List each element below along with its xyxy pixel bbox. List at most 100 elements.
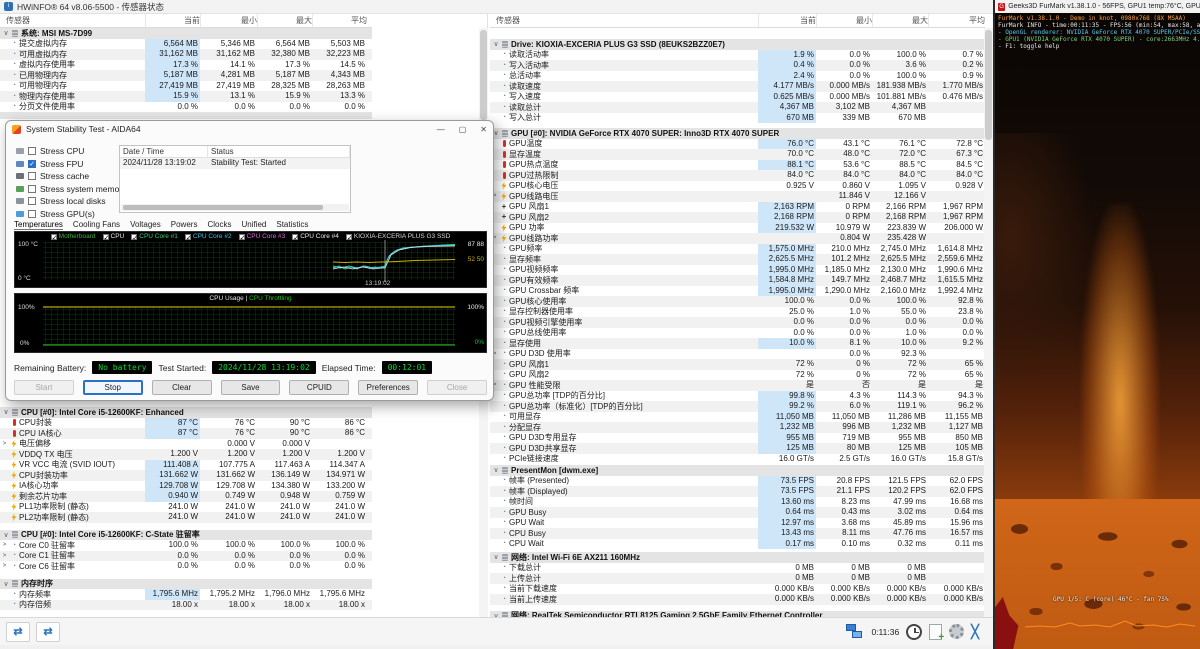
sensor-row[interactable]: ◔ 读取总计 4,367 MB 3,102 MB 4,367 MB [490, 102, 985, 113]
sensor-row[interactable]: ◔ GPU有效频率 1,584.8 MHz 149.7 MHz 2,468.7 MHz 1… [490, 275, 985, 286]
close-x-icon[interactable]: ╳ [971, 624, 979, 640]
test-log-listview[interactable]: Date / Time Status 2024/11/28 13:19:02 S… [119, 145, 351, 213]
sensor-row[interactable]: ◔ 帧时间 13.60 ms 8.23 ms 47.99 ms 16.68 ms [490, 496, 985, 507]
prev-page-button[interactable]: ⇄ [6, 621, 30, 642]
tab-powers[interactable]: Powers [171, 220, 198, 230]
sensor-row[interactable]: > ◔ Core C0 驻留率 100.0 % 100.0 % 100.0 % 100.0 … [0, 540, 372, 551]
sensor-row[interactable]: ◔ 显存使用 10.0 % 8.1 % 10.0 % 9.2 % [490, 338, 985, 349]
sensor-row[interactable]: ◔ GPU D3D专用显存 955 MB 719 MB 955 MB 850 MB [490, 432, 985, 443]
tab-cooling-fans[interactable]: Cooling Fans [73, 220, 120, 230]
sensor-row[interactable]: ◔ 写入速度 0.625 MB/s 0.000 MB/s 101.881 MB/s 0.4… [490, 91, 985, 102]
section-header-drive[interactable]: ∨ Drive: KIOXIA-EXCERIA PLUS G3 SSD (8EUK… [490, 39, 985, 50]
sensor-row[interactable]: > ◔ Core C6 驻留率 0.0 % 0.0 % 0.0 % 0.0 % [0, 561, 372, 572]
stop-button[interactable]: Stop [82, 380, 143, 395]
sensor-row[interactable]: ◔ GPU核心使用率 100.0 % 0.0 % 100.0 % 92.8 % [490, 296, 985, 307]
checkbox[interactable] [28, 172, 36, 181]
sensor-row[interactable]: ◔ 下载总计 0 MB 0 MB 0 MB [490, 563, 985, 574]
expand-chevron-icon[interactable]: > [0, 553, 9, 559]
sensor-row[interactable]: > ◔ GPU D3D 使用率 0.0 % 92.3 % [490, 349, 985, 360]
tab-clocks[interactable]: Clocks [207, 220, 231, 230]
sensor-row[interactable]: VR VCC 电流 (SVID IOUT) 111.408 A 107.775 A 1… [0, 459, 372, 470]
checkbox[interactable] [28, 184, 36, 193]
sensor-row[interactable]: ◔ PCIe链接速度 16.0 GT/s 2.5 GT/s 16.0 GT/s 15.8 … [490, 454, 985, 465]
next-page-button[interactable]: ⇄ [36, 621, 60, 642]
minimize-icon[interactable]: — [437, 125, 445, 134]
sensor-row[interactable]: > ◔ Core C1 驻留率 0.0 % 0.0 % 0.0 % 0.0 % [0, 550, 372, 561]
sensor-row[interactable]: ◔ 读取活动率 1.9 % 0.0 % 100.0 % 0.7 % [490, 49, 985, 60]
sensor-row[interactable]: IA核心功率 129.708 W 129.708 W 134.380 W 133.200… [0, 480, 372, 491]
sensor-row[interactable]: ◔ 可用显存 11,050 MB 11,050 MB 11,286 MB 11,155 M… [490, 411, 985, 422]
sensor-row[interactable]: ◔ 当前上传速度 0.000 KB/s 0.000 KB/s 0.000 KB/s 0.0… [490, 594, 985, 605]
tab-statistics[interactable]: Statistics [276, 220, 308, 230]
sensor-row[interactable]: 显存温度 70.0 °C 48.0 °C 72.0 °C 67.3 °C [490, 149, 985, 160]
sensor-row[interactable]: ◔ GPU Busy 0.64 ms 0.43 ms 3.02 ms 0.64 ms [490, 507, 985, 518]
sensor-row[interactable]: ◔ GPU总功率 [TDP的百分比] 99.8 % 4.3 % 114.3 % 94.3 … [490, 390, 985, 401]
sensor-row[interactable]: PL1功率限制 (静态) 241.0 W 241.0 W 241.0 W 241.0 W [0, 502, 372, 513]
col-current[interactable]: 当前 [145, 14, 200, 27]
sensor-row[interactable]: ◔ GPU总线使用率 0.0 % 0.0 % 1.0 % 0.0 % [490, 328, 985, 339]
checkbox[interactable] [28, 147, 36, 156]
sensor-row[interactable]: ◔ GPU 风扇1 72 % 0 % 72 % 65 % [490, 359, 985, 370]
col-avg[interactable]: 平均 [928, 14, 985, 27]
report-icon[interactable] [929, 623, 944, 643]
sensor-row[interactable]: > 电压偏移 0.000 V 0.000 V [0, 439, 372, 450]
sensor-row[interactable]: ◔ 当前下载速度 0.000 KB/s 0.000 KB/s 0.000 KB/s 0.0… [490, 584, 985, 595]
sensor-row[interactable]: ◔ CPU Wait 0.17 ms 0.10 ms 0.32 ms 0.11 ms [490, 538, 985, 549]
checkbox[interactable] [28, 209, 36, 218]
sensor-row[interactable]: ◔ 可用物理内存 27,419 MB 27,419 MB 28,325 MB 28,263… [0, 80, 372, 91]
sensor-row[interactable]: ◔ GPU Crossbar 频率 1,995.0 MHz 1,290.0 MHz 2,… [490, 285, 985, 296]
tab-temperatures[interactable]: Temperatures [14, 220, 63, 230]
sensor-row[interactable]: ◔ 分页文件使用率 0.0 % 0.0 % 0.0 % 0.0 % [0, 102, 372, 113]
sensor-row[interactable]: GPU温度 76.0 °C 43.1 °C 76.1 °C 72.8 °C [490, 138, 985, 149]
sensor-row[interactable]: ◔ 帧率 (Presented) 73.5 FPS 20.8 FPS 121.5 FPS… [490, 475, 985, 486]
clear-button[interactable]: Clear [151, 380, 212, 395]
col-max[interactable]: 最大 [257, 14, 312, 27]
sensor-row[interactable]: ◔ 内存频率 1,795.6 MHz 1,795.2 MHz 1,796.0 MHz 1,… [0, 589, 372, 600]
sensor-row[interactable]: CPU封装 87 °C 76 °C 90 °C 86 °C [0, 417, 372, 428]
expand-chevron-icon[interactable]: > [0, 563, 9, 569]
section-header-cstate[interactable]: ∨ CPU [#0]: Intel Core i5-12600KF: C-Stat… [0, 529, 372, 540]
log-col-datetime[interactable]: Date / Time [120, 146, 208, 157]
log-hscrollbar[interactable] [121, 204, 349, 211]
sensor-row[interactable]: ◔ 写入总计 670 MB 339 MB 670 MB [490, 112, 985, 123]
sensor-row[interactable]: > GPU线路电压 11.846 V 12.166 V [490, 191, 985, 202]
close-icon[interactable]: ✕ [480, 125, 487, 134]
sensor-row[interactable]: ◔ 帧率 (Displayed) 73.5 FPS 21.1 FPS 120.2 FPS… [490, 486, 985, 497]
sensor-row[interactable]: ◔ GPU 风扇2 72 % 0 % 72 % 65 % [490, 370, 985, 381]
sensor-row[interactable]: ◔ 虚拟内存使用率 17.3 % 14.1 % 17.3 % 14.5 % [0, 59, 372, 70]
sensor-row[interactable]: VDDQ TX 电压 1.200 V 1.200 V 1.200 V 1.200 V [0, 449, 372, 460]
clock-icon[interactable] [906, 623, 923, 640]
sensor-row[interactable]: GPU 功率 219.532 W 10.979 W 223.839 W 206.000 … [490, 222, 985, 233]
log-row[interactable]: 2024/11/28 13:19:02 Stability Test: Star… [120, 158, 350, 169]
section-header-gpu[interactable]: ∨ GPU [#0]: NVIDIA GeForce RTX 4070 SUPER… [490, 128, 985, 139]
sensor-row[interactable]: > GPU线路功率 0.804 W 235.428 W [490, 233, 985, 244]
sensor-row[interactable]: PL2功率限制 (静态) 241.0 W 241.0 W 241.0 W 241.0 W [0, 512, 372, 523]
section-header-presentmon[interactable]: ∨ PresentMon [dwm.exe] [490, 465, 985, 476]
sensor-row[interactable]: ◔ GPU总功率（标准化）[TDP的百分比] 99.2 % 6.0 % 119.1 % 9… [490, 401, 985, 412]
sensor-row[interactable]: ◔ 内存倍频 18.00 x 18.00 x 18.00 x 18.00 x [0, 599, 372, 610]
sensor-row[interactable]: ◔ GPU频率 1,575.0 MHz 210.0 MHz 2,745.0 MHz 1,6… [490, 243, 985, 254]
sensor-row[interactable]: ◔ 分配显存 1,232 MB 996 MB 1,232 MB 1,127 MB [490, 422, 985, 433]
sensor-row[interactable]: ◔ 显存频率 2,625.5 MHz 101.2 MHz 2,625.5 MHz 2,55… [490, 254, 985, 265]
sensor-row[interactable]: 剩余芯片功率 0.940 W 0.749 W 0.948 W 0.759 W [0, 491, 372, 502]
col-avg[interactable]: 平均 [312, 14, 367, 27]
sensor-row[interactable]: ◔ 显存控制器使用率 25.0 % 1.0 % 55.0 % 23.8 % [490, 307, 985, 318]
expand-chevron-icon[interactable]: > [0, 542, 9, 548]
col-min[interactable]: 最小 [200, 14, 257, 27]
sensor-row[interactable]: ◔ CPU Busy 13.43 ms 8.11 ms 47.76 ms 16.57 ms [490, 528, 985, 539]
sensor-row[interactable]: + GPU 风扇2 2,168 RPM 0 RPM 2,168 RPM 1,967 RPM [490, 212, 985, 223]
sensor-row[interactable]: ◔ GPU视频频率 1,995.0 MHz 1,185.0 MHz 2,130.0 MH… [490, 264, 985, 275]
checkbox[interactable] [28, 197, 36, 206]
log-col-status[interactable]: Status [208, 146, 350, 157]
section-header-mem[interactable]: ∨ 内存时序 [0, 578, 372, 589]
maximize-icon[interactable]: ▢ [459, 125, 467, 134]
sensor-row[interactable]: > ◔ GPU 性能受限是否是是 [490, 380, 985, 391]
col-max[interactable]: 最大 [872, 14, 928, 27]
section-header-cpu_enh[interactable]: ∨ CPU [#0]: Intel Core i5-12600KF: Enhanc… [0, 407, 372, 418]
sensor-row[interactable]: CPU封装功率 131.662 W 131.662 W 136.149 W 134.97… [0, 470, 372, 481]
sensor-row[interactable]: ◔ 总活动率 2.4 % 0.0 % 100.0 % 0.9 % [490, 70, 985, 81]
sensor-row[interactable]: GPU核心电压 0.925 V 0.860 V 1.095 V 0.928 V [490, 181, 985, 192]
section-header-sys[interactable]: ∨ 系统: MSI MS-7D99 [0, 28, 372, 39]
sensor-row[interactable]: ◔ 提交虚拟内存 6,564 MB 5,346 MB 6,564 MB 5,503 MB [0, 38, 372, 49]
sensor-row[interactable]: ◔ 读取速度 4.177 MB/s 0.000 MB/s 181.938 MB/s 1.7… [490, 81, 985, 92]
